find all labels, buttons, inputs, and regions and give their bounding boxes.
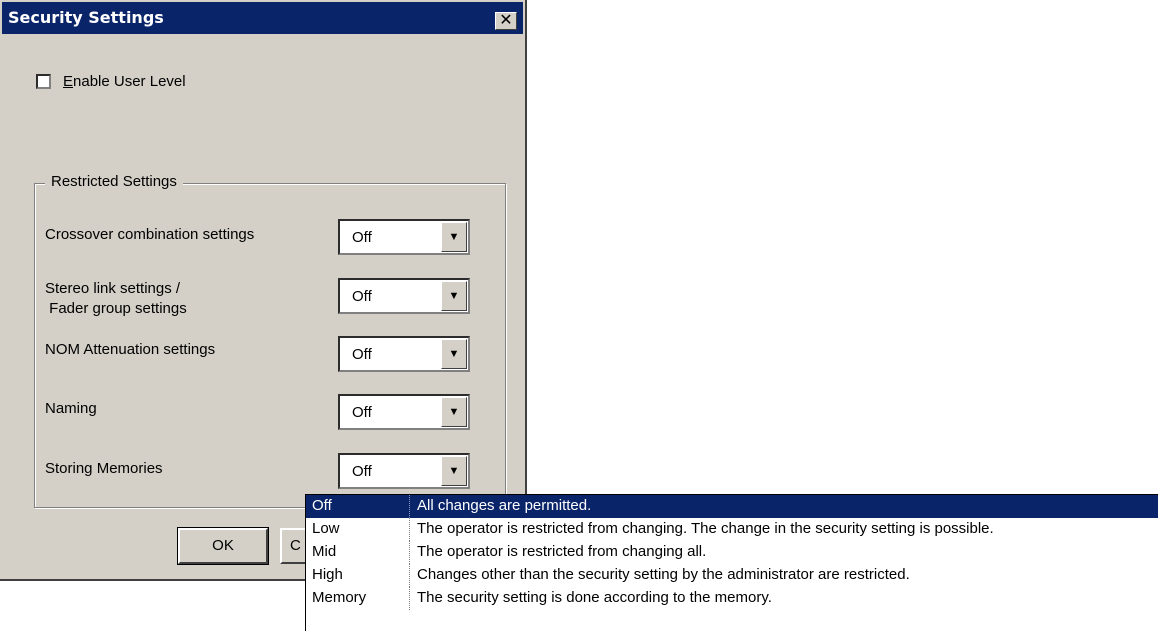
option-description: Changes other than the security setting … [417,566,910,583]
enable-user-level-label[interactable]: Enable User Level [63,73,186,90]
combo-value: Off [352,346,372,363]
column-separator [409,495,410,518]
enable-user-level-checkbox[interactable] [36,74,51,89]
option-description: All changes are permitted. [417,497,592,514]
naming-label: Naming [45,400,97,417]
restricted-settings-legend: Restricted Settings [45,173,183,190]
security-level-dropdown-list[interactable]: Off All changes are permitted. Low The o… [305,494,1158,631]
dropdown-option-memory[interactable]: Memory The security setting is done acco… [306,587,1158,610]
combo-value: Off [352,288,372,305]
dropdown-option-off[interactable]: Off All changes are permitted. [306,495,1158,518]
option-key: Low [312,520,340,537]
dropdown-option-mid[interactable]: Mid The operator is restricted from chan… [306,541,1158,564]
dropdown-arrow-icon[interactable]: ▼ [441,397,467,427]
option-key: Mid [312,543,337,560]
combo-value: Off [352,229,372,246]
dropdown-option-low[interactable]: Low The operator is restricted from chan… [306,518,1158,541]
title-bar[interactable]: Security Settings ✕ [2,2,523,34]
window-title: Security Settings [8,8,164,27]
option-key: Off [312,497,332,514]
option-key: High [312,566,343,583]
option-key: Memory [312,589,367,606]
crossover-combination-combo[interactable]: Off ▼ [338,219,470,255]
option-description: The operator is restricted from changing… [417,543,707,560]
dropdown-option-high[interactable]: High Changes other than the security set… [306,564,1158,587]
option-description: The security setting is done according t… [417,589,772,606]
dropdown-arrow-icon[interactable]: ▼ [441,456,467,486]
close-icon: ✕ [499,12,513,29]
nom-attenuation-label: NOM Attenuation settings [45,341,216,358]
naming-combo[interactable]: Off ▼ [338,394,470,430]
storing-memories-combo[interactable]: Off ▼ [338,453,470,489]
stereo-link-label: Stereo link settings / Fader group setti… [45,280,187,317]
option-description: The operator is restricted from changing… [417,520,994,537]
storing-memories-label: Storing Memories [45,460,163,477]
combo-value: Off [352,463,372,480]
crossover-combination-label: Crossover combination settings [45,226,255,243]
stereo-link-combo[interactable]: Off ▼ [338,278,470,314]
combo-value: Off [352,404,372,421]
dropdown-arrow-icon[interactable]: ▼ [441,339,467,369]
dropdown-arrow-icon[interactable]: ▼ [441,222,467,252]
close-button[interactable]: ✕ [495,12,517,30]
column-separator [409,541,410,564]
column-separator [409,564,410,587]
nom-attenuation-combo[interactable]: Off ▼ [338,336,470,372]
column-separator [409,587,410,610]
dropdown-arrow-icon[interactable]: ▼ [441,281,467,311]
column-separator [409,518,410,541]
ok-button[interactable]: OK [177,527,269,565]
